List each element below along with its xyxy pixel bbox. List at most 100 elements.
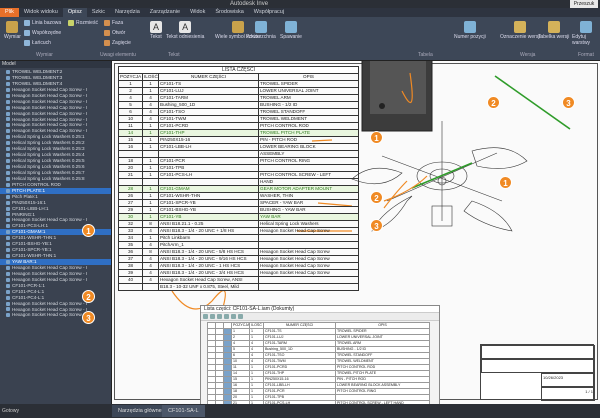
dialog-table[interactable]: POZYCJA ILOŚĆ NUMER CZĘŚCI OPIS 1 1 CF101-… [207, 322, 430, 413]
tab-view[interactable]: Widok [185, 8, 210, 17]
part-icon [6, 75, 10, 80]
parts-row[interactable]: 33 4 ANSI B18.3 - 1/4 - 20 UNC + 1/8 HS Hex… [118, 227, 359, 235]
parts-row[interactable]: 2 1 CF101-LUJ LOWER UNIVERSAL JOINT [118, 87, 359, 95]
tab-environments[interactable]: Środowiska [210, 8, 248, 17]
bend-button[interactable]: Zagięcie [104, 40, 131, 46]
parts-row[interactable]: 29 1 CF101-BSHG-YB BUSHING - YAW BAR [118, 206, 359, 214]
parts-row[interactable]: HAND [118, 178, 359, 186]
baseline-button[interactable]: Linia bazowa [24, 20, 61, 26]
parts-row[interactable]: 20 1 CF101-TPB [118, 164, 359, 172]
parts-row[interactable]: 4 4 CF101-TARM TROWEL ARM [118, 94, 359, 102]
parts-row[interactable]: 27 1 CF101-SPCR-YB SPACER - YAW BAR [118, 199, 359, 207]
parts-cell-desc: Hexagon Socket Head Cap Screw [258, 227, 359, 235]
dialog-title: Lista części: CF101-SA-L.iam (Dokumty) [201, 306, 439, 313]
dialog-tool-icon[interactable] [203, 314, 208, 319]
baseline-icon [24, 20, 30, 26]
parts-cell-desc: GEAR MOTOR ADAPTER MOUNT [258, 185, 359, 193]
tab-tools[interactable]: Narzędzia [110, 8, 145, 17]
chain-button[interactable]: Łańcuch [24, 40, 51, 46]
group-text: Tekst [168, 52, 180, 58]
leader-text-button[interactable]: A Tekst odniesienia [166, 21, 204, 40]
parts-row[interactable]: 36 8 ANSI B18.3 - 1/4 - 20 UNC - 5/8 HS HC… [118, 248, 359, 256]
tab-annotate[interactable]: Opisz [62, 8, 87, 17]
parts-cell-desc: Helical Spring Lock Washers [258, 220, 359, 228]
parts-cell-qty: 1 [142, 192, 159, 200]
parts-row[interactable]: 5 4 Bushing_500_1D BUSHING - 1/2 ID [118, 101, 359, 109]
search-box[interactable]: Przeszuk [570, 0, 598, 8]
parts-cell-pos: 32 [118, 220, 143, 228]
dimension-label: Wymiar [4, 34, 21, 40]
parts-row[interactable]: 28 1 CF101-GMAM GEAR MOTOR ADAPTER MOUNT [118, 185, 359, 193]
parts-row[interactable]: 26 1 CF101-WSHR-THN WASHER, THIN [118, 192, 359, 200]
parts-list-dialog[interactable]: Lista części: CF101-SA-L.iam (Dokumty) P… [200, 305, 440, 413]
parts-list-header: POZYCJA ILOŚĆ NUMER CZĘŚCI OPIS [118, 73, 359, 81]
parts-row[interactable]: 16 1 CF101-LBB-LH LOWER BEARING BLOCK [118, 143, 359, 151]
browser-item-label: Hexagon Socket Head Cap Screw - I [12, 312, 88, 318]
text-button[interactable]: A Tekst [150, 21, 162, 40]
part-icon [6, 307, 10, 312]
dialog-tool-icon[interactable] [231, 314, 236, 319]
dialog-tool-icon[interactable] [238, 314, 243, 319]
ordinate-button[interactable]: Współrzędne [24, 30, 61, 36]
parts-row[interactable]: 6 4 CF101-TSO TROWEL STANDOFF [118, 108, 359, 116]
parts-row[interactable]: ASSEMBLY [118, 150, 359, 158]
tab-view-sheet[interactable]: Widok widoku [19, 8, 63, 17]
dimension-button[interactable]: Wymiar [4, 21, 21, 40]
doc-tab-drawing[interactable]: CF101-SA-L [162, 405, 205, 417]
group-format: Format [578, 52, 594, 58]
chamfer-button[interactable]: Faza [104, 20, 123, 26]
parts-cell-qty: 1 [142, 129, 159, 137]
doc-tab-home[interactable]: Narzędzia główne [112, 405, 168, 417]
item-number-button[interactable]: Numer pozycji [454, 21, 486, 40]
parts-row[interactable]: 37 4 ANSI B18.3 - 1/4 - 20 UNC - 9/16 HS H… [118, 255, 359, 263]
parts-cell-qty: 4 [142, 94, 159, 102]
edit-layers-button[interactable]: Edytuj warstwy [572, 21, 600, 46]
dialog-tool-icon[interactable] [210, 314, 215, 319]
part-icon [6, 153, 10, 158]
parts-cell-pos: 29 [118, 206, 143, 214]
arrange-button[interactable]: Rozmieść [68, 20, 98, 26]
tab-sketch[interactable]: Szkic [87, 8, 110, 17]
parts-row[interactable]: 32 8 ANSI B18.21.1 - 0.25 Helical Spring Lo… [118, 220, 359, 228]
parts-cell-part: Pitch Linkbarm [158, 234, 259, 242]
weld-button[interactable]: Spawanie [280, 21, 302, 40]
parts-row[interactable]: 18 1 CF101-PCR PITCH CONTROL RING [118, 157, 359, 165]
callout-2-browser: 2 [82, 290, 95, 303]
ribbon-tabs: Plik Widok widoku Opisz Szkic Narzędzia … [0, 8, 600, 17]
parts-row[interactable]: 10 4 CF101-TWM TROWEL WELDMENT [118, 115, 359, 123]
parts-row[interactable]: B18.3 - 10-32 UNF x 0.875, Steel, Mild [118, 283, 359, 291]
parts-row[interactable]: 1 1 CF101-TS TROWEL SPIDER [118, 80, 359, 88]
highlighted-yaw-bar [494, 75, 571, 130]
parts-cell-desc: TROWEL STANDOFF [258, 108, 359, 116]
tab-collaborate[interactable]: Współpracuj [249, 8, 289, 17]
part-icon [6, 218, 10, 223]
ordinate-icon [24, 30, 30, 36]
tab-manage[interactable]: Zarządzanie [145, 8, 185, 17]
revision-mark-button[interactable]: Oznaczenie wersji [500, 21, 541, 40]
dialog-col-quantity: ILOŚĆ [249, 322, 264, 329]
title-bar: Autodesk Inve Przeszuk [0, 0, 600, 8]
parts-row[interactable]: 35 4 PitchArm_1 [118, 241, 359, 249]
parts-row[interactable]: 38 4 ANSI B18.3 - 1/4 - 20 UNC - 1 HS HCS H… [118, 262, 359, 270]
parts-row[interactable]: 34 1 Pitch Linkbarm [118, 234, 359, 242]
surface-button[interactable]: Powierzchnia [246, 21, 276, 40]
parts-row[interactable]: 14 1 CF101-THP TROWEL PITCH PLATE [118, 129, 359, 137]
part-icon [6, 176, 10, 181]
parts-row[interactable]: 30 1 CF101-YB YAW BAR [118, 213, 359, 221]
parts-cell-pos: 30 [118, 213, 143, 221]
parts-cell-desc [258, 234, 359, 242]
revision-table-button[interactable]: Tabelka wersji [538, 21, 569, 40]
parts-row[interactable]: 21 1 CF101-PCS-LH PITCH CONTROL SCREW - LEF… [118, 171, 359, 179]
parts-list-table[interactable]: LISTA CZĘŚCI POZYCJA ILOŚĆ NUMER CZĘŚCI … [118, 66, 359, 291]
tab-file[interactable]: Plik [0, 8, 19, 17]
parts-cell-part: PIN250X15-16 [158, 136, 259, 144]
arrow-2-drawing [383, 175, 428, 202]
parts-row[interactable]: 40 4 Hexagon Socket Head Cap Screw, ANSI [118, 276, 359, 284]
parts-row[interactable]: 11 1 CF101-PCRD PITCH CONTROL ROD [118, 122, 359, 130]
dialog-tool-icon[interactable] [224, 314, 229, 319]
dialog-col-position: POZYCJA [231, 322, 250, 329]
parts-row[interactable]: 39 4 ANSI B18.3 - 1/4 - 20 UNC - 3/4 HS HC… [118, 269, 359, 277]
hole-button[interactable]: Otwór [104, 30, 125, 36]
dialog-tool-icon[interactable] [217, 314, 222, 319]
parts-row[interactable]: 15 1 PIN250X15-16 PIN - PITCH ROD [118, 136, 359, 144]
